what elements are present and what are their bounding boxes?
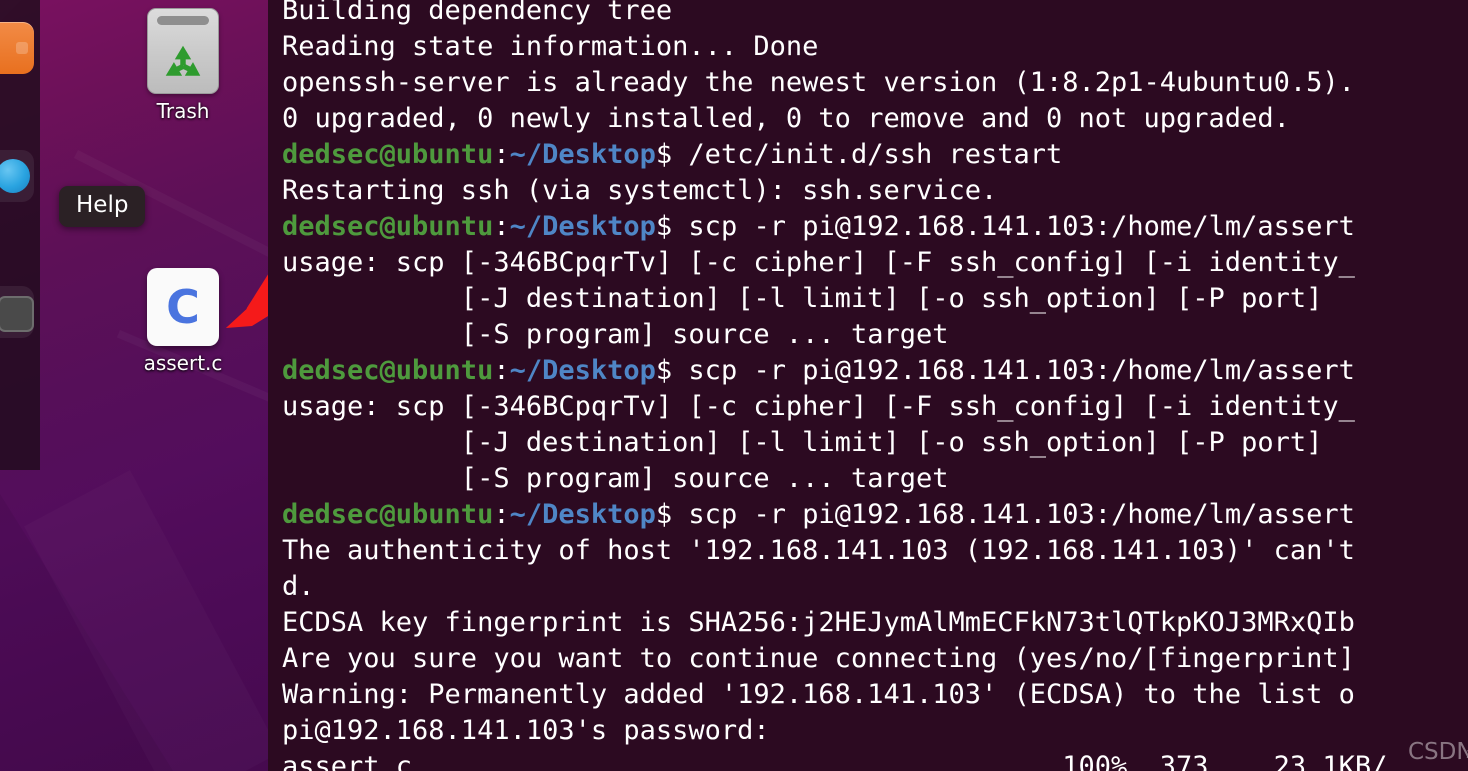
terminal-line: [-S program] source ... target — [282, 319, 949, 350]
terminal-glyph — [0, 296, 34, 332]
prompt-user-host: dedsec@ubuntu — [282, 211, 494, 242]
prompt-sigil: $ — [655, 499, 673, 530]
terminal-command: scp -r pi@192.168.141.103:/home/lm/asser… — [672, 499, 1355, 530]
terminal-line: assert.c 100% 373 23.1KB/ — [282, 751, 1388, 771]
help-tooltip: Help — [59, 186, 146, 228]
terminal-command: scp -r pi@192.168.141.103:/home/lm/asser… — [672, 211, 1355, 242]
prompt-path: ~/Desktop — [509, 355, 656, 386]
terminal-line: The authenticity of host '192.168.141.10… — [282, 535, 1355, 566]
desktop-wallpaper: Trash C assert.c Help — [0, 0, 268, 771]
terminal-command: /etc/init.d/ssh restart — [672, 139, 1063, 170]
firefox-icon[interactable] — [0, 150, 34, 202]
ubuntu-dock[interactable] — [0, 0, 40, 470]
prompt-path: ~/Desktop — [509, 211, 656, 242]
terminal-line: Reading state information... Done — [282, 31, 819, 62]
terminal-line: dedsec@ubuntu:~/Desktop$ /etc/init.d/ssh… — [282, 137, 1468, 173]
prompt-path: ~/Desktop — [509, 499, 656, 530]
prompt-user-host: dedsec@ubuntu — [282, 499, 494, 530]
wallpaper-band — [24, 470, 268, 771]
terminal-line: [-J destination] [-l limit] [-o ssh_opti… — [282, 427, 1323, 458]
terminal-icon[interactable] — [0, 286, 34, 338]
wallpaper-band — [0, 430, 183, 771]
prompt-user-host: dedsec@ubuntu — [282, 139, 494, 170]
terminal-command: scp -r pi@192.168.141.103:/home/lm/asser… — [672, 355, 1355, 386]
terminal-line: Warning: Permanently added '192.168.141.… — [282, 679, 1355, 710]
terminal-line: d. — [282, 571, 315, 602]
c-letter-glyph: C — [166, 280, 200, 334]
terminal-line: Restarting ssh (via systemctl): ssh.serv… — [282, 175, 998, 206]
terminal-line: pi@192.168.141.103's password: — [282, 715, 770, 746]
desktop-icon-assert-c[interactable]: C assert.c — [128, 268, 238, 375]
c-source-file-icon: C — [147, 268, 219, 346]
desktop-icon-label: assert.c — [143, 351, 223, 375]
prompt-colon: : — [493, 211, 510, 242]
terminal-line: Are you sure you want to continue connec… — [282, 643, 1355, 674]
terminal-line: usage: scp [-346BCpqrTv] [-c cipher] [-F… — [282, 247, 1355, 278]
terminal-line: dedsec@ubuntu:~/Desktop$ scp -r pi@192.1… — [282, 209, 1468, 245]
terminal-output[interactable]: Building dependency tree Reading state in… — [282, 0, 1468, 771]
prompt-colon: : — [493, 139, 510, 170]
prompt-sigil: $ — [655, 139, 673, 170]
terminal-window[interactable]: Building dependency tree Reading state in… — [268, 0, 1468, 771]
trash-icon — [147, 8, 219, 94]
terminal-line: [-S program] source ... target — [282, 463, 949, 494]
desktop-icon-trash[interactable]: Trash — [128, 8, 238, 123]
terminal-line: dedsec@ubuntu:~/Desktop$ scp -r pi@192.1… — [282, 497, 1468, 533]
prompt-user-host: dedsec@ubuntu — [282, 355, 494, 386]
terminal-line: [-J destination] [-l limit] [-o ssh_opti… — [282, 283, 1323, 314]
terminal-line: 0 upgraded, 0 newly installed, 0 to remo… — [282, 103, 1290, 134]
terminal-line: Building dependency tree — [282, 0, 673, 26]
terminal-line: ECDSA key fingerprint is SHA256:j2HEJymA… — [282, 607, 1355, 638]
prompt-sigil: $ — [655, 355, 673, 386]
firefox-globe-glyph — [0, 159, 30, 193]
files-icon-detail — [16, 42, 28, 54]
screen: Trash C assert.c Help Building dependenc… — [0, 0, 1468, 771]
files-app-icon[interactable] — [0, 22, 34, 74]
prompt-sigil: $ — [655, 211, 673, 242]
prompt-colon: : — [493, 355, 510, 386]
prompt-colon: : — [493, 499, 510, 530]
terminal-line: dedsec@ubuntu:~/Desktop$ scp -r pi@192.1… — [282, 353, 1468, 389]
trash-lid-glyph — [157, 16, 209, 25]
terminal-line: openssh-server is already the newest ver… — [282, 67, 1355, 98]
desktop-icon-label: Trash — [156, 99, 210, 123]
prompt-path: ~/Desktop — [509, 139, 656, 170]
terminal-line: usage: scp [-346BCpqrTv] [-c cipher] [-F… — [282, 391, 1355, 422]
recycle-icon — [165, 45, 201, 76]
